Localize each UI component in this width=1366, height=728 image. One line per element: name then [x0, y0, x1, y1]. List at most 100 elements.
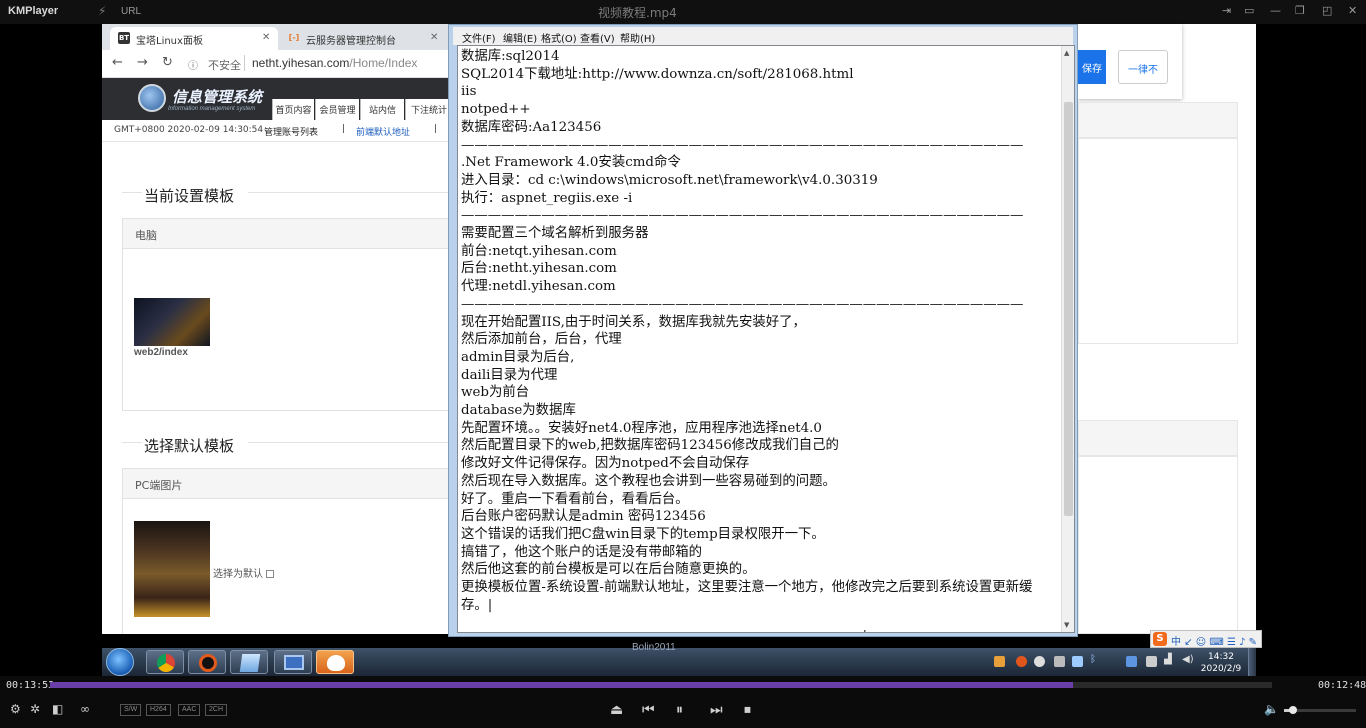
- tray-chat-icon[interactable]: [1034, 656, 1045, 667]
- start-button-icon[interactable]: [106, 648, 134, 676]
- notepad-editor[interactable]: 数据库:sql2014 SQL2014下载地址:http://www.downz…: [457, 45, 1075, 633]
- settings-icon[interactable]: ⚙: [10, 702, 21, 716]
- tray-flag-icon[interactable]: [1146, 656, 1157, 667]
- tab-strip: BT 宝塔Linux面板 ✕ [-] 云服务器管理控制台 ✕: [102, 24, 452, 50]
- remote-desktop-icon: [284, 655, 304, 670]
- menu-view[interactable]: 查看(V): [580, 30, 615, 45]
- close-icon[interactable]: ✕: [430, 32, 438, 43]
- default-template-panel: PC端图片 选择为默认: [122, 468, 452, 634]
- time-total: 00:12:48: [1318, 680, 1366, 691]
- player-logo[interactable]: KMPlayer: [8, 5, 58, 17]
- tray-monitor-icon[interactable]: [1126, 656, 1137, 667]
- admin-accounts-link[interactable]: 管理账号列表: [264, 125, 318, 138]
- scroll-up-icon[interactable]: ▲: [1064, 49, 1069, 57]
- nav-members[interactable]: 会员管理: [315, 99, 359, 120]
- select-default-label: 选择为默认: [213, 569, 263, 580]
- network-icon[interactable]: ▟: [1164, 654, 1172, 665]
- tab-cloud-console[interactable]: [-] 云服务器管理控制台 ✕: [280, 27, 452, 50]
- show-desktop-button[interactable]: [1248, 648, 1256, 676]
- maximize-icon[interactable]: ◰: [1322, 4, 1332, 17]
- minimize-icon[interactable]: —: [1270, 4, 1281, 17]
- server-timestamp: GMT+0800 2020-02-09 14:30:54: [114, 125, 264, 135]
- tab-label: 宝塔Linux面板: [136, 36, 203, 47]
- notepad-menubar: 文件(F) 编辑(E) 格式(O) 查看(V) 帮助(H): [453, 27, 1073, 45]
- stop-icon[interactable]: ⏹: [744, 702, 751, 718]
- select-default-checkbox[interactable]: [266, 570, 275, 578]
- site-logo: 信息管理系统: [172, 88, 263, 106]
- security-label: 不安全: [208, 59, 241, 72]
- taskbar-recorder[interactable]: [188, 650, 226, 674]
- player-titlebar: KMPlayer ⚡ URL 视频教程.mp4 ⇥ ▭ — ❐ ◰ ✕: [0, 0, 1366, 24]
- save-button[interactable]: 保存: [1078, 50, 1106, 84]
- next-icon[interactable]: ⏭: [710, 702, 723, 718]
- badge-channels: 2CH: [205, 704, 228, 716]
- taskbar-video-tool[interactable]: [316, 650, 354, 674]
- template-thumbnail[interactable]: [134, 298, 210, 346]
- forward-icon[interactable]: →: [137, 55, 148, 70]
- right-panel: [1078, 138, 1238, 344]
- tray-clock[interactable]: 14:32 2020/2/9: [1200, 651, 1242, 675]
- scroll-down-icon[interactable]: ▼: [1064, 621, 1069, 629]
- taskbar-chrome[interactable]: [146, 650, 184, 674]
- tray-penguin-icon[interactable]: [1054, 656, 1065, 667]
- menu-edit[interactable]: 编辑(E): [503, 30, 537, 45]
- nav-home[interactable]: 首页内容: [272, 99, 314, 120]
- close-icon[interactable]: ✕: [1348, 4, 1357, 17]
- bt-icon: BT: [118, 32, 130, 44]
- toolbar-icon[interactable]: ⇥: [1222, 4, 1231, 17]
- never-button[interactable]: 一律不: [1118, 50, 1168, 84]
- notepad-text[interactable]: 数据库:sql2014 SQL2014下载地址:http://www.downz…: [461, 48, 1057, 615]
- ime-tools-icon[interactable]: 中 ↙ ☺ ⌨ ☰ ♪ ✎: [1171, 633, 1257, 648]
- reload-icon[interactable]: ↻: [162, 55, 173, 70]
- badge-audio: AAC: [178, 704, 201, 716]
- back-icon[interactable]: ←: [112, 55, 123, 70]
- menu-format[interactable]: 格式(O): [541, 30, 577, 45]
- bluetooth-icon[interactable]: ᛒ: [1090, 654, 1096, 665]
- volume-icon[interactable]: ◀): [1182, 654, 1194, 665]
- tab-bt-panel[interactable]: BT 宝塔Linux面板 ✕: [110, 27, 278, 50]
- volume-icon[interactable]: 🔈: [1264, 702, 1279, 716]
- pause-icon[interactable]: ⏸: [676, 702, 683, 718]
- video-letterbox: [1256, 24, 1366, 634]
- restore-icon[interactable]: ❐: [1295, 4, 1305, 17]
- close-icon[interactable]: ✕: [262, 32, 270, 43]
- select-default-row: 选择为默认: [213, 565, 275, 580]
- sogou-ime-icon[interactable]: S: [1153, 632, 1167, 646]
- tab-label: 云服务器管理控制台: [306, 36, 396, 47]
- nav-bet-stats[interactable]: 下注统计: [405, 99, 452, 120]
- vr-icon[interactable]: ∞: [80, 702, 90, 716]
- scroll-thumb[interactable]: [1064, 102, 1073, 516]
- browser-window: BT 宝塔Linux面板 ✕ [-] 云服务器管理控制台 ✕ ← → ↻ ⓘ 不…: [102, 24, 452, 634]
- url-button[interactable]: URL: [121, 6, 141, 17]
- seek-bar[interactable]: [50, 682, 1272, 688]
- gear-icon[interactable]: ✲: [30, 702, 40, 716]
- taskbar-notepad[interactable]: [230, 650, 268, 674]
- tray-app-icon[interactable]: [994, 656, 1005, 667]
- eject-icon[interactable]: ⏏: [610, 702, 623, 718]
- text-cursor-icon: I: [863, 628, 867, 632]
- info-icon[interactable]: ⓘ: [188, 57, 198, 72]
- 3d-icon[interactable]: ◧: [52, 702, 63, 716]
- right-panel: [1078, 456, 1238, 634]
- volume-knob[interactable]: [1288, 706, 1297, 714]
- volume-slider[interactable]: [1284, 706, 1356, 714]
- panel-head: 电脑: [123, 219, 452, 249]
- taskbar-remote[interactable]: [274, 650, 312, 674]
- badge-sw: S/W: [120, 704, 142, 716]
- tray-record-icon[interactable]: [1016, 656, 1027, 667]
- time-elapsed: 00:13:53: [6, 680, 55, 691]
- site-subbar: GMT+0800 2020-02-09 14:30:54 管理账号列表 | 前端…: [102, 120, 452, 142]
- nav-messages[interactable]: 站内信: [360, 99, 404, 120]
- layout-icon[interactable]: ▭: [1244, 4, 1254, 17]
- pin-icon[interactable]: ⚡: [98, 4, 106, 18]
- previous-icon[interactable]: ⏮: [642, 702, 655, 718]
- frontend-default-link[interactable]: 前端默认地址: [356, 125, 410, 138]
- menu-file[interactable]: 文件(F): [462, 30, 496, 45]
- menu-help[interactable]: 帮助(H): [620, 30, 655, 45]
- template-thumbnail[interactable]: [134, 521, 210, 617]
- tray-cloud-icon[interactable]: [1072, 656, 1083, 667]
- vertical-scrollbar[interactable]: ▲ ▼: [1061, 46, 1074, 632]
- site-logo-sub: Information management system: [168, 106, 256, 112]
- gear-logo-icon: [138, 84, 166, 112]
- url-input[interactable]: netht.yihesan.com/Home/Index: [252, 56, 417, 70]
